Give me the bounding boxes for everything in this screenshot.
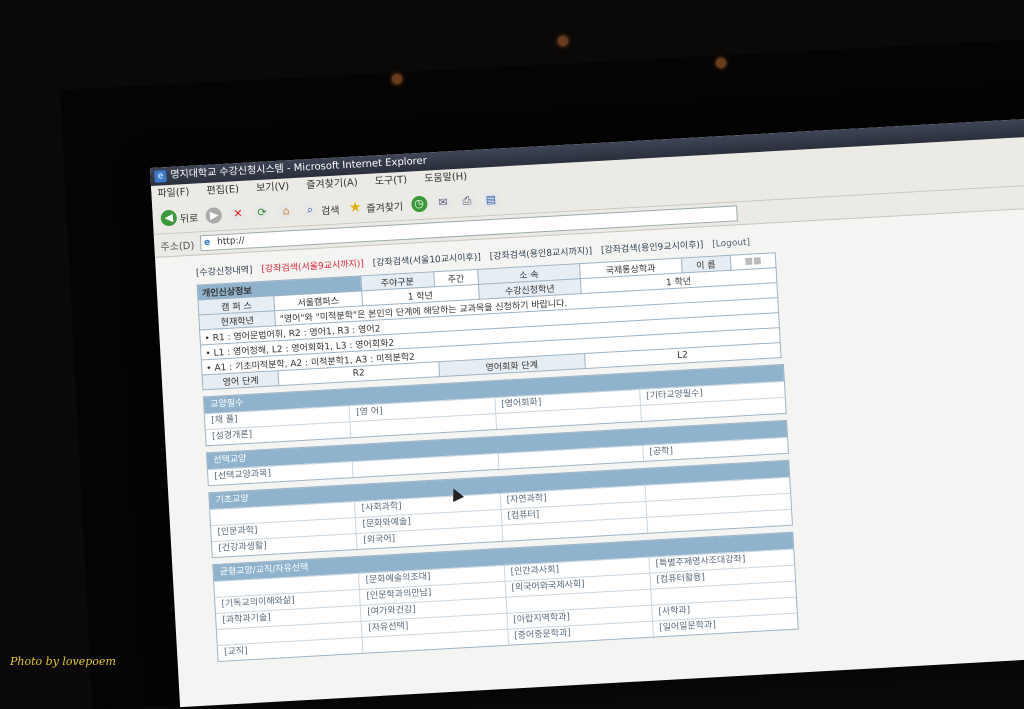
stop-icon[interactable]: ✕ bbox=[229, 205, 247, 223]
address-label: 주소(D) bbox=[160, 240, 195, 254]
ie-icon: e bbox=[154, 170, 167, 183]
menu-edit[interactable]: 편집(E) bbox=[206, 184, 239, 197]
menu-tools[interactable]: 도구(T) bbox=[375, 175, 408, 188]
history-icon[interactable]: ◷ bbox=[410, 195, 428, 213]
bezel-light bbox=[716, 58, 726, 68]
back-arrow-icon: ◀ bbox=[160, 209, 178, 227]
search-button[interactable]: ⌕ 검색 bbox=[301, 201, 340, 219]
monitor-screen: e 명지대학교 수강신청시스템 - Microsoft Internet Exp… bbox=[150, 117, 1024, 708]
menu-help[interactable]: 도움말(H) bbox=[424, 171, 467, 184]
english-level-label: 영어 단계 bbox=[202, 370, 280, 390]
search-icon: ⌕ bbox=[301, 201, 319, 219]
menu-favorites[interactable]: 즐겨찾기(A) bbox=[306, 177, 358, 191]
mail-icon[interactable]: ✉ bbox=[434, 194, 452, 212]
link-history[interactable]: [수강신청내역] bbox=[196, 265, 253, 278]
star-icon: ★ bbox=[346, 199, 364, 217]
link-search-yongin8[interactable]: [강좌검색(용인8교시까지)] bbox=[489, 246, 592, 262]
back-button[interactable]: ◀ 뒤로 bbox=[160, 208, 199, 227]
home-icon[interactable]: ⌂ bbox=[277, 203, 295, 220]
forward-arrow-icon[interactable]: ▶ bbox=[205, 207, 223, 224]
bezel-light bbox=[392, 74, 402, 84]
menu-view[interactable]: 보기(V) bbox=[256, 181, 290, 194]
link-search-seoul9[interactable]: [강좌검색(서울9교시까지)] bbox=[261, 259, 364, 275]
photo-credit: Photo by lovepoem bbox=[10, 655, 116, 668]
search-label: 검색 bbox=[320, 204, 340, 218]
refresh-icon[interactable]: ⟳ bbox=[253, 204, 271, 222]
back-label: 뒤로 bbox=[179, 212, 199, 225]
favorites-button[interactable]: ★ 즐겨찾기 bbox=[346, 197, 404, 217]
link-search-seoul10[interactable]: [강좌검색(서울10교시이후)] bbox=[372, 253, 481, 269]
menu-file[interactable]: 파일(F) bbox=[157, 187, 190, 200]
edit-icon[interactable]: ▤ bbox=[482, 191, 500, 209]
print-icon[interactable]: ⎙ bbox=[458, 192, 476, 210]
link-logout[interactable]: [Logout] bbox=[712, 238, 750, 250]
favorites-label: 즐겨찾기 bbox=[366, 201, 404, 215]
link-search-yongin9[interactable]: [강좌검색(용인9교시이후)] bbox=[601, 240, 704, 256]
bezel-light bbox=[558, 36, 568, 46]
page-content: [수강신청내역] [강좌검색(서울9교시까지)] [강좌검색(서울10교시이후)… bbox=[196, 233, 799, 662]
